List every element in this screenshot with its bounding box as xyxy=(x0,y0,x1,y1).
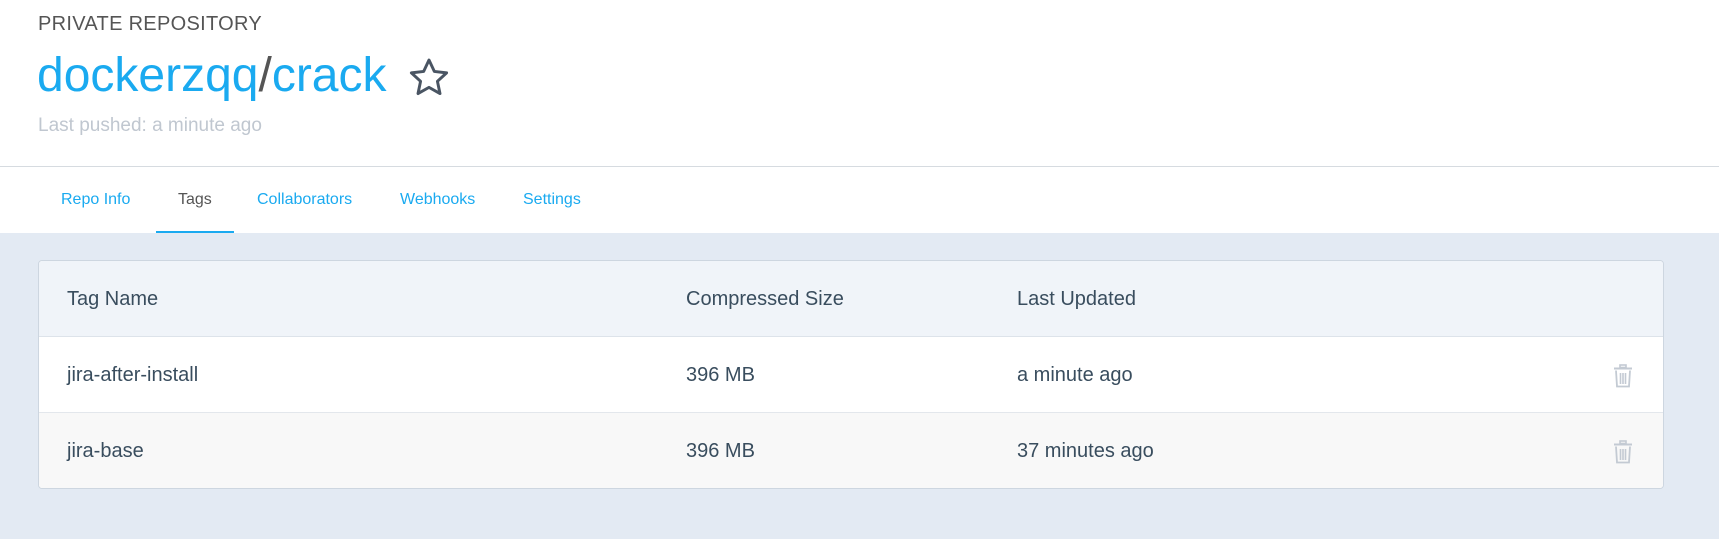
tab-bar: Repo Info Tags Collaborators Webhooks Se… xyxy=(0,167,1719,233)
trash-icon[interactable] xyxy=(1613,364,1633,388)
column-tag-name: Tag Name xyxy=(67,288,159,310)
tab-collaborators[interactable]: Collaborators xyxy=(235,167,374,233)
column-last-updated: Last Updated xyxy=(1017,288,1136,310)
tag-name-cell[interactable]: jira-base xyxy=(67,413,144,488)
repo-name-link[interactable]: crack xyxy=(272,49,387,102)
last-pushed-text: Last pushed: a minute ago xyxy=(38,115,262,136)
trash-icon[interactable] xyxy=(1613,440,1633,464)
column-compressed-size: Compressed Size xyxy=(686,288,844,310)
table-header: Tag Name Compressed Size Last Updated xyxy=(39,261,1663,337)
table-row: jira-base 396 MB 37 minutes ago xyxy=(39,413,1663,488)
namespace-link[interactable]: dockerzqq xyxy=(37,49,258,102)
repo-header: PRIVATE REPOSITORY dockerzqq/crack Last … xyxy=(0,0,1719,167)
size-cell: 396 MB xyxy=(686,440,755,462)
updated-cell: 37 minutes ago xyxy=(1017,440,1154,462)
tags-panel: Tag Name Compressed Size Last Updated ji… xyxy=(0,233,1719,539)
repo-title: dockerzqq/crack xyxy=(37,46,387,106)
updated-cell: a minute ago xyxy=(1017,364,1133,386)
tags-table: Tag Name Compressed Size Last Updated ji… xyxy=(38,260,1664,489)
tab-tags[interactable]: Tags xyxy=(156,167,234,233)
tag-name-cell[interactable]: jira-after-install xyxy=(67,337,198,413)
tab-webhooks[interactable]: Webhooks xyxy=(378,167,497,233)
tab-repo-info[interactable]: Repo Info xyxy=(39,167,152,233)
table-row: jira-after-install 396 MB a minute ago xyxy=(39,337,1663,413)
title-separator: / xyxy=(258,49,272,102)
repo-type-label: PRIVATE REPOSITORY xyxy=(38,13,262,35)
tab-settings[interactable]: Settings xyxy=(501,167,603,233)
size-cell: 396 MB xyxy=(686,364,755,386)
star-icon[interactable] xyxy=(407,56,451,100)
